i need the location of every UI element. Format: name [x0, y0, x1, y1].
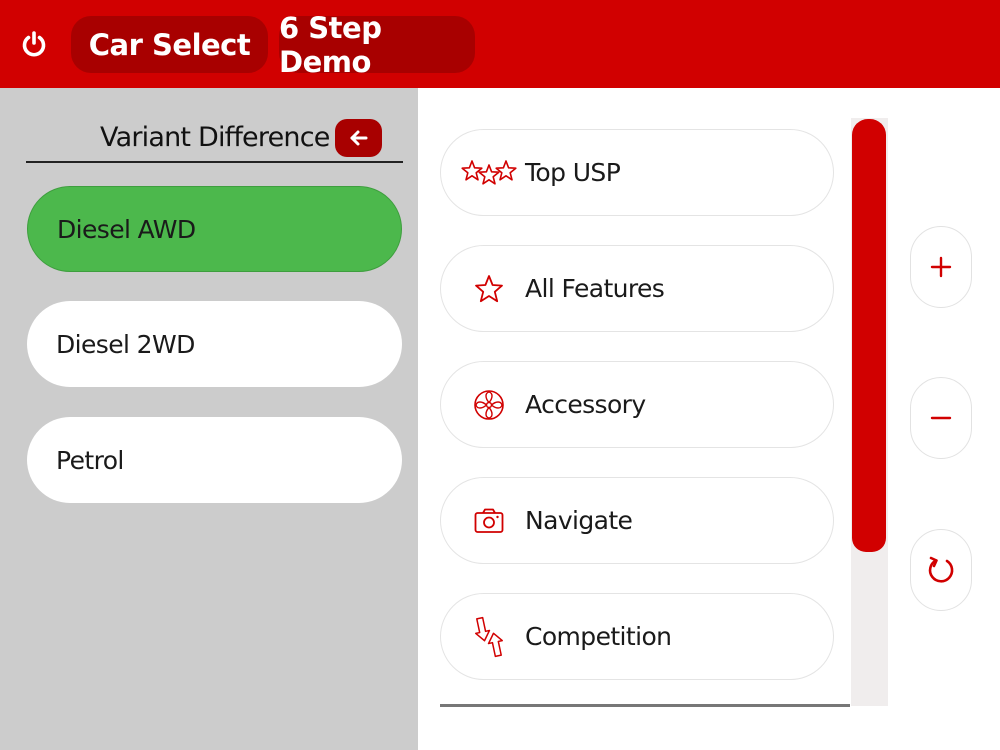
feature-label: Accessory	[525, 390, 646, 419]
variant-panel: Variant Difference Diesel AWD Diesel 2WD…	[0, 88, 418, 750]
star-icon	[475, 274, 503, 302]
back-button[interactable]	[335, 119, 382, 157]
zoom-in-button[interactable]	[910, 226, 972, 308]
variant-item-diesel-awd[interactable]: Diesel AWD	[27, 186, 402, 272]
title-divider	[26, 161, 403, 163]
refresh-icon	[928, 556, 954, 583]
feature-item-navigate[interactable]: Navigate	[440, 477, 834, 564]
arrow-left-icon	[350, 130, 367, 146]
car-select-button[interactable]: Car Select	[71, 16, 268, 73]
feature-label: Navigate	[525, 506, 633, 535]
top-bar: Car Select 6 Step Demo	[0, 0, 1000, 88]
feature-item-accessory[interactable]: Accessory	[440, 361, 834, 448]
variant-item-diesel-2wd[interactable]: Diesel 2WD	[27, 301, 402, 387]
power-button[interactable]	[14, 24, 54, 64]
variant-label: Diesel 2WD	[56, 329, 195, 359]
minus-icon	[930, 416, 952, 420]
variant-label: Petrol	[56, 445, 124, 475]
zoom-out-button[interactable]	[910, 377, 972, 459]
feature-label: Top USP	[525, 158, 621, 187]
swap-arrows-icon	[475, 616, 503, 657]
feature-item-all-features[interactable]: All Features	[440, 245, 834, 332]
plus-icon	[930, 256, 952, 278]
list-bottom-divider	[440, 704, 850, 707]
scrollbar-thumb[interactable]	[852, 119, 886, 552]
camera-icon	[474, 508, 504, 533]
power-icon	[22, 31, 46, 57]
six-step-demo-button[interactable]: 6 Step Demo	[279, 11, 475, 79]
feature-item-top-usp[interactable]: Top USP	[440, 129, 834, 216]
feature-label: All Features	[525, 274, 665, 303]
panel-title: Variant Difference	[100, 122, 330, 153]
feature-item-competition[interactable]: Competition	[440, 593, 834, 680]
feature-label: Competition	[525, 622, 672, 651]
variant-label: Diesel AWD	[57, 214, 196, 244]
fan-icon	[474, 389, 504, 420]
reset-button[interactable]	[910, 529, 972, 611]
three-stars-icon	[461, 159, 517, 185]
variant-item-petrol[interactable]: Petrol	[27, 417, 402, 503]
